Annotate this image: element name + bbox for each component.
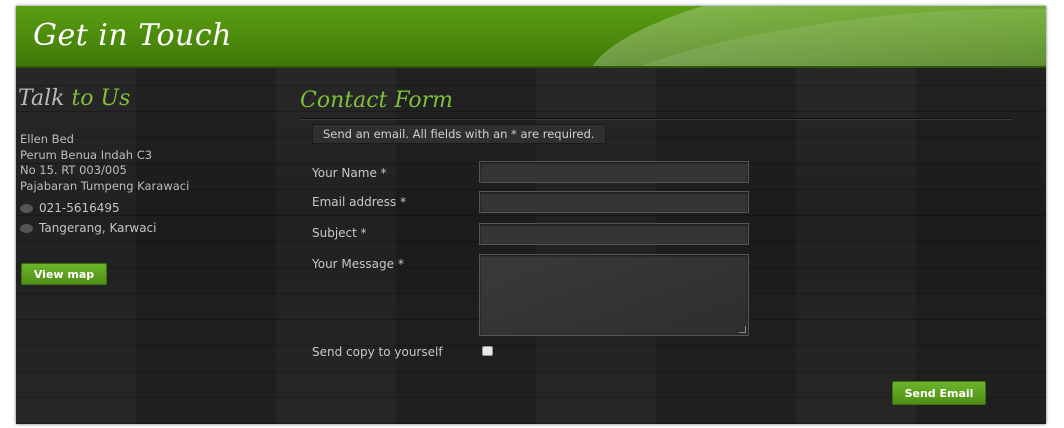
send-copy-label: Send copy to yourself — [312, 345, 443, 359]
contact-form-heading: Contact Form — [300, 88, 454, 113]
talk-heading-part2: to Us — [71, 86, 131, 111]
send-copy-checkbox[interactable] — [482, 346, 493, 356]
address-block: Ellen Bed Perum Benua Indah C3 No 15. RT… — [20, 132, 189, 194]
header-banner: Get in Touch — [16, 6, 1046, 68]
name-label: Your Name * — [312, 166, 387, 180]
address-line: Pajabaran Tumpeng Karawaci — [20, 178, 190, 193]
subject-label: Subject * — [312, 226, 367, 240]
page: Get in Touch Talk to Us Ellen Bed Perum … — [0, 0, 1064, 428]
phone-number: 021-5616495 — [39, 201, 120, 215]
talk-heading-part1: Talk — [18, 86, 65, 111]
message-label: Your Message * — [312, 257, 404, 271]
phone-row: 021-5616495 — [20, 201, 120, 215]
email-label: Email address * — [312, 195, 407, 209]
contact-panel: Get in Touch — [16, 6, 1046, 424]
banner-highlight-decoration — [578, 6, 1046, 66]
view-map-button[interactable]: View map — [21, 263, 107, 285]
subject-input[interactable] — [479, 223, 749, 245]
talk-to-us-heading: Talk to Us — [18, 86, 130, 111]
phone-icon — [20, 203, 33, 213]
location-text: Tangerang, Karwaci — [39, 221, 157, 235]
location-row: Tangerang, Karwaci — [20, 221, 157, 235]
name-input[interactable] — [479, 161, 749, 183]
page-title: Get in Touch — [33, 18, 232, 53]
email-input[interactable] — [479, 191, 749, 213]
required-fields-notice: Send an email. All fields with an * are … — [312, 124, 606, 144]
send-email-button[interactable]: Send Email — [892, 381, 986, 405]
heading-divider — [300, 118, 1012, 120]
resize-grip-icon[interactable] — [739, 326, 746, 333]
message-textarea[interactable] — [479, 254, 749, 336]
address-line: Perum Benua Indah C3 — [20, 147, 153, 162]
location-icon — [20, 223, 33, 233]
address-line: Ellen Bed — [20, 132, 74, 146]
address-line: No 15. RT 003/005 — [20, 163, 127, 177]
